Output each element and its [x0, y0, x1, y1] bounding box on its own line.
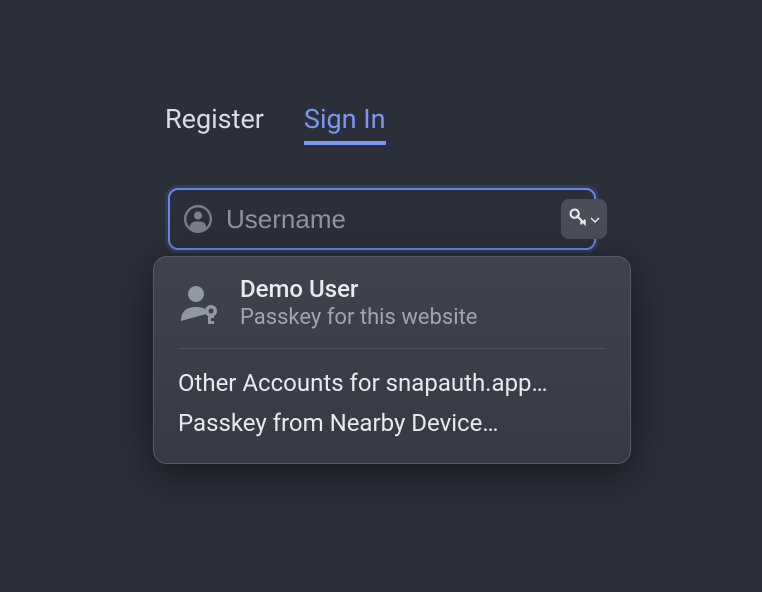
passkey-option-subtitle: Passkey for this website — [240, 305, 477, 330]
passkey-option-primary[interactable]: Demo User Passkey for this website — [178, 275, 606, 349]
avatar-passkey-icon — [178, 281, 222, 325]
passkey-option-text: Demo User Passkey for this website — [240, 275, 477, 330]
tab-register[interactable]: Register — [165, 103, 264, 145]
auth-tabs: Register Sign In — [165, 103, 386, 145]
key-icon — [568, 207, 588, 231]
nearby-device-option[interactable]: Passkey from Nearby Device… — [178, 403, 606, 443]
chevron-down-icon — [588, 210, 600, 229]
passkey-option-title: Demo User — [240, 275, 477, 303]
passkey-dropdown: Demo User Passkey for this website Other… — [153, 256, 631, 464]
passkey-dropdown-button[interactable] — [561, 199, 607, 239]
username-input-container — [168, 188, 596, 250]
tab-signin[interactable]: Sign In — [304, 103, 386, 145]
user-icon — [184, 205, 212, 233]
username-input[interactable] — [226, 204, 561, 235]
other-accounts-option[interactable]: Other Accounts for snapauth.app… — [178, 363, 606, 403]
